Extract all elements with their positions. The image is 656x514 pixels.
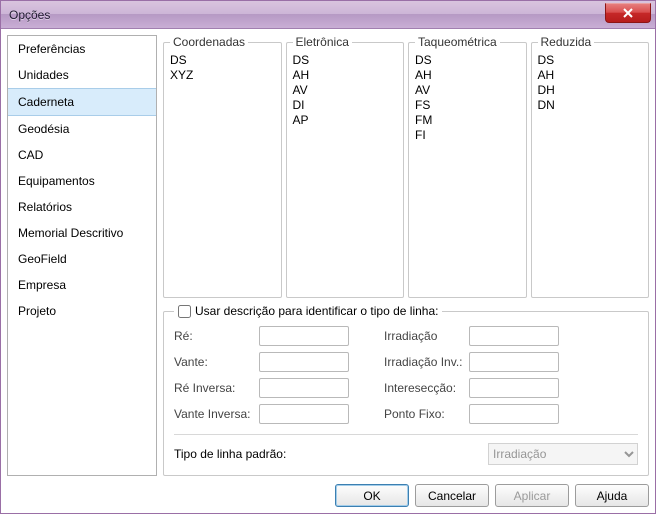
list-item[interactable]: AP <box>293 113 398 128</box>
column-list[interactable]: DSAHAVFSFMFI <box>415 53 520 143</box>
titlebar: Opções <box>1 1 655 29</box>
list-item[interactable]: DS <box>293 53 398 68</box>
button-bar: OK Cancelar Aplicar Ajuda <box>7 476 649 507</box>
field-input-left-0[interactable] <box>259 326 349 346</box>
sidebar-item-9[interactable]: Empresa <box>8 272 156 298</box>
sidebar-item-5[interactable]: Equipamentos <box>8 168 156 194</box>
close-button[interactable] <box>605 3 651 23</box>
field-label-right-0: Irradiação <box>384 329 469 343</box>
column-list[interactable]: DSAHAVDIAP <box>293 53 398 128</box>
list-item[interactable]: DN <box>538 98 643 113</box>
list-item[interactable]: DS <box>538 53 643 68</box>
help-button[interactable]: Ajuda <box>575 484 649 507</box>
list-item[interactable]: FS <box>415 98 520 113</box>
list-item[interactable]: DS <box>170 53 275 68</box>
sidebar-item-0[interactable]: Preferências <box>8 36 156 62</box>
cancel-button[interactable]: Cancelar <box>415 484 489 507</box>
sidebar-item-6[interactable]: Relatórios <box>8 194 156 220</box>
list-item[interactable]: AH <box>415 68 520 83</box>
field-label-right-3: Ponto Fixo: <box>384 407 469 421</box>
use-description-label: Usar descrição para identificar o tipo d… <box>195 304 438 318</box>
field-label-left-2: Ré Inversa: <box>174 381 259 395</box>
columns-row: CoordenadasDSXYZEletrônicaDSAHAVDIAPTaqu… <box>163 35 649 298</box>
column-title: Taqueométrica <box>415 35 500 49</box>
description-fields: Ré: Irradiação Vante: Irradiação Inv.: Ré In… <box>174 326 638 424</box>
description-group: Usar descrição para identificar o tipo d… <box>163 304 649 476</box>
column-title: Coordenadas <box>170 35 248 49</box>
sidebar-item-10[interactable]: Projeto <box>8 298 156 324</box>
column-1: Eletrônica DSAHAVDIAP <box>286 35 405 298</box>
column-3: Reduzida DSAHDHDN <box>531 35 650 298</box>
description-legend: Usar descrição para identificar o tipo d… <box>174 304 442 318</box>
list-item[interactable]: DS <box>415 53 520 68</box>
default-line-select[interactable]: Irradiação <box>488 443 638 465</box>
list-item[interactable]: AV <box>415 83 520 98</box>
options-window: Opções PreferênciasUnidadesCadernetaGeod… <box>0 0 656 514</box>
sidebar-item-7[interactable]: Memorial Descritivo <box>8 220 156 246</box>
field-label-left-0: Ré: <box>174 329 259 343</box>
field-label-left-3: Vante Inversa: <box>174 407 259 421</box>
category-sidebar[interactable]: PreferênciasUnidadesCadernetaGeodésiaCAD… <box>7 35 157 476</box>
list-item[interactable]: DI <box>293 98 398 113</box>
sidebar-item-2[interactable]: Caderneta <box>8 88 156 116</box>
field-input-right-2[interactable] <box>469 378 559 398</box>
list-item[interactable]: AH <box>538 68 643 83</box>
sidebar-item-1[interactable]: Unidades <box>8 62 156 88</box>
ok-button[interactable]: OK <box>335 484 409 507</box>
list-item[interactable]: FI <box>415 128 520 143</box>
sidebar-item-8[interactable]: GeoField <box>8 246 156 272</box>
list-item[interactable]: AV <box>293 83 398 98</box>
field-input-left-2[interactable] <box>259 378 349 398</box>
sidebar-item-3[interactable]: Geodésia <box>8 116 156 142</box>
column-title: Eletrônica <box>293 35 352 49</box>
column-list[interactable]: DSXYZ <box>170 53 275 83</box>
list-item[interactable]: FM <box>415 113 520 128</box>
column-title: Reduzida <box>538 35 595 49</box>
field-input-right-0[interactable] <box>469 326 559 346</box>
field-input-right-3[interactable] <box>469 404 559 424</box>
field-label-right-1: Irradiação Inv.: <box>384 355 469 369</box>
list-item[interactable]: DH <box>538 83 643 98</box>
default-line-row: Tipo de linha padrão: Irradiação <box>174 434 638 465</box>
apply-button[interactable]: Aplicar <box>495 484 569 507</box>
close-icon <box>623 8 633 18</box>
main-area: PreferênciasUnidadesCadernetaGeodésiaCAD… <box>7 35 649 476</box>
field-label-left-1: Vante: <box>174 355 259 369</box>
client-area: PreferênciasUnidadesCadernetaGeodésiaCAD… <box>1 29 655 513</box>
default-line-label: Tipo de linha padrão: <box>174 447 478 461</box>
sidebar-item-4[interactable]: CAD <box>8 142 156 168</box>
field-input-left-3[interactable] <box>259 404 349 424</box>
use-description-checkbox[interactable] <box>178 305 191 318</box>
field-input-right-1[interactable] <box>469 352 559 372</box>
content-panel: CoordenadasDSXYZEletrônicaDSAHAVDIAPTaqu… <box>163 35 649 476</box>
column-0: Coordenadas DSXYZ <box>163 35 282 298</box>
column-list[interactable]: DSAHDHDN <box>538 53 643 113</box>
window-title: Opções <box>9 8 50 22</box>
list-item[interactable]: XYZ <box>170 68 275 83</box>
column-2: Taqueométrica DSAHAVFSFMFI <box>408 35 527 298</box>
field-input-left-1[interactable] <box>259 352 349 372</box>
field-label-right-2: Interesecção: <box>384 381 469 395</box>
list-item[interactable]: AH <box>293 68 398 83</box>
